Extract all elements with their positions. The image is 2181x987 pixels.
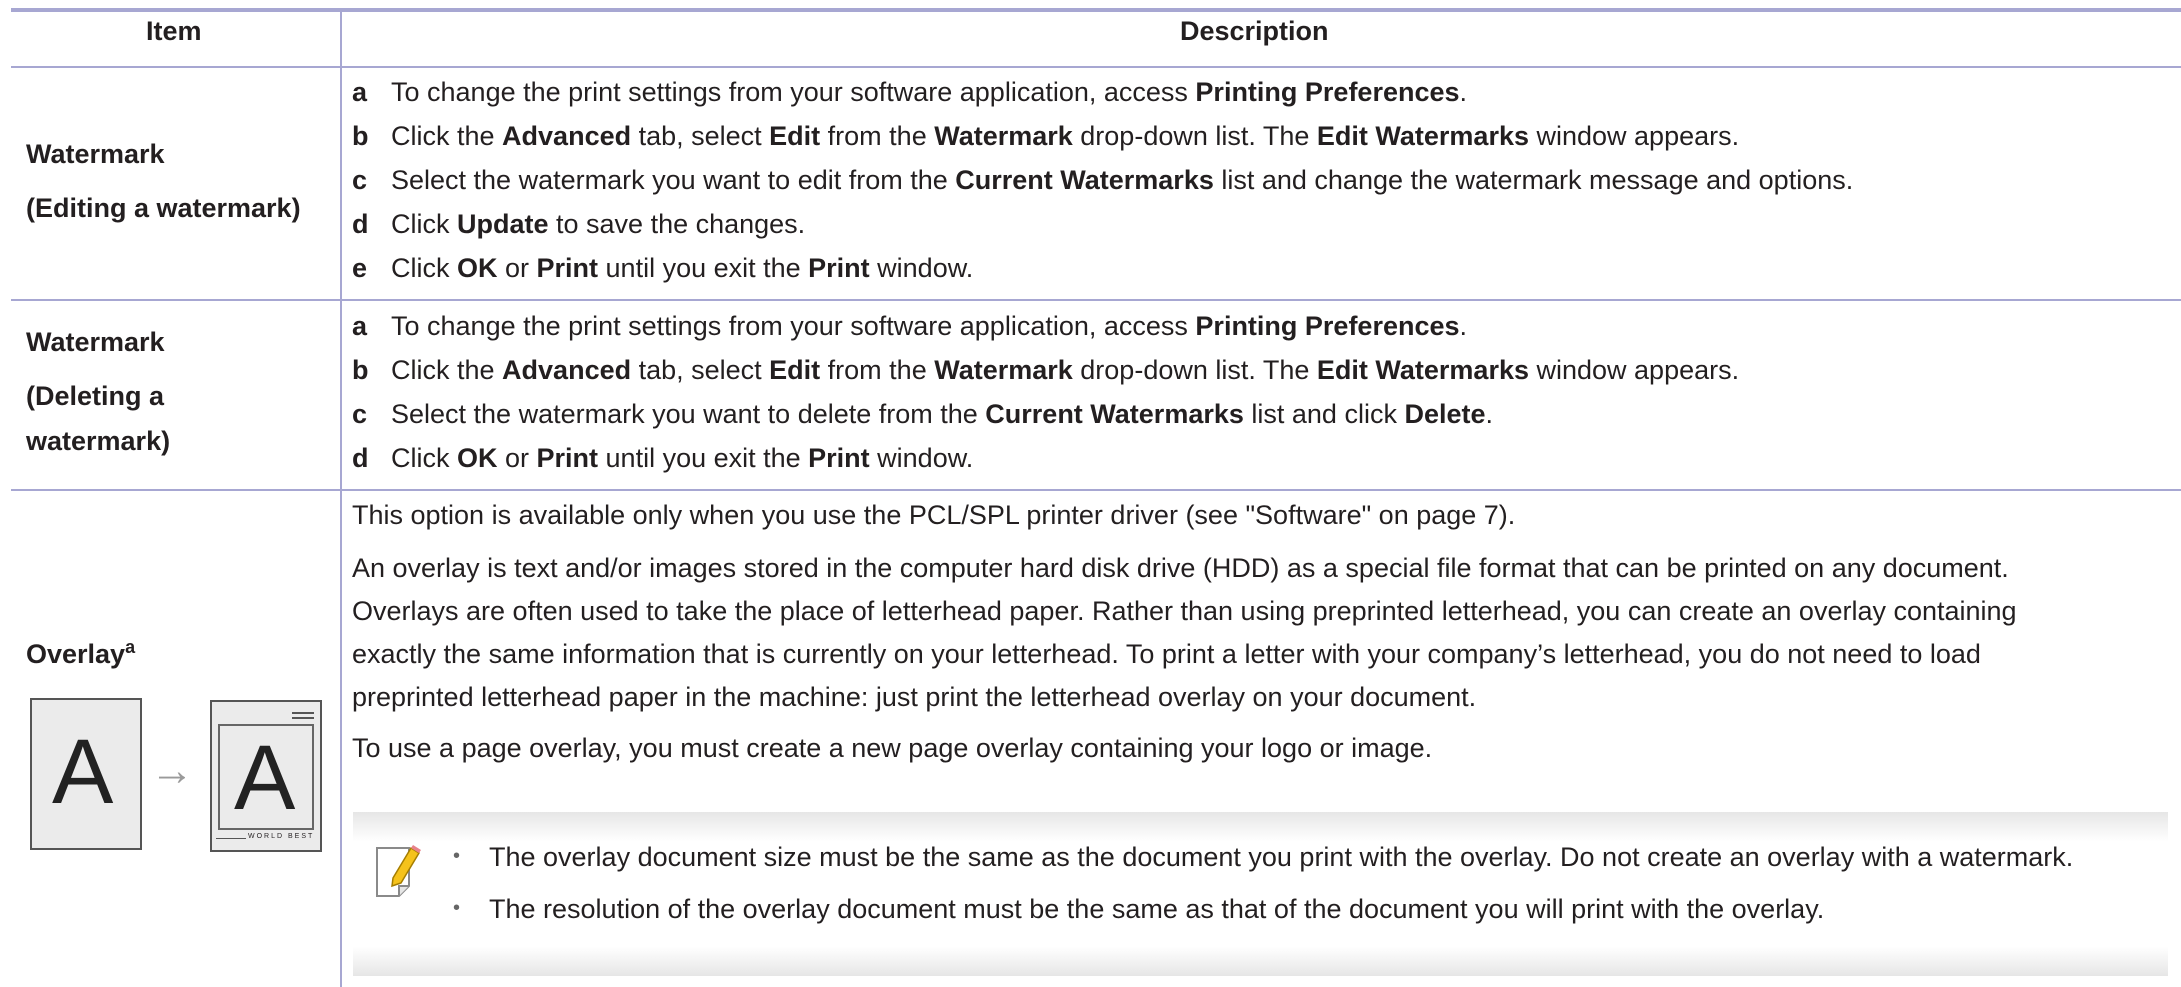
- header-item: Item: [146, 16, 202, 46]
- row3-item-title: Overlaya: [26, 637, 136, 669]
- letterhead-line: [292, 717, 314, 719]
- row2-item-subtitle-2: watermark): [26, 426, 171, 456]
- note-item-2: The resolution of the overlay document m…: [489, 894, 1825, 924]
- row1-step-d: d Click Update to save the changes.: [352, 209, 806, 239]
- row1-step-c: c Select the watermark you want to edit f…: [352, 165, 1854, 195]
- note-item-1: The overlay document size must be the sa…: [489, 842, 2074, 872]
- row1-step-e: e Click OK or Print until you exit the Pr…: [352, 253, 974, 283]
- overlay-para-line-4: preprinted letterhead paper in the machi…: [352, 682, 1477, 712]
- footnote-marker: a: [125, 637, 136, 657]
- overlay-frame: A: [218, 724, 314, 830]
- overlay-usage: To use a page overlay, you must create a…: [352, 733, 1433, 763]
- note-pencil-icon: [376, 845, 421, 897]
- row1-item-title: Watermark: [26, 139, 165, 169]
- row2-step-b: b Click the Advanced tab, select Edit fro…: [352, 355, 1740, 385]
- overlay-intro: This option is available only when you u…: [352, 500, 1516, 530]
- row1-step-a: a To change the print settings from your …: [352, 77, 1468, 107]
- note-bullet: •: [453, 897, 461, 919]
- arrow-right-icon: →: [150, 746, 194, 795]
- row2-step-a: a To change the print settings from your …: [352, 311, 1468, 341]
- overlay-para-line-1: An overlay is text and/or images stored …: [352, 553, 2009, 583]
- row-rule-2: [11, 489, 2181, 491]
- header-rule: [11, 66, 2181, 68]
- overlay-para-line-3: exactly the same information that is cur…: [352, 639, 1981, 669]
- overlay-page-illustration: A WORLD BEST: [210, 700, 322, 852]
- letter-a-glyph: A: [52, 721, 114, 823]
- overlay-para-line-2: Overlays are often used to take the plac…: [352, 596, 2017, 626]
- header-description: Description: [1180, 16, 1329, 46]
- row2-step-d: d Click OK or Print until you exit the Pr…: [352, 443, 974, 473]
- footer-text: WORLD BEST: [246, 833, 317, 840]
- note-bullet: •: [453, 845, 461, 867]
- original-page-illustration: A: [30, 698, 142, 850]
- row1-item-subtitle: (Editing a watermark): [26, 193, 301, 223]
- table-top-rule: [11, 8, 2181, 12]
- letterhead-line: [292, 712, 314, 714]
- row-rule-1: [11, 299, 2181, 301]
- row2-step-c: c Select the watermark you want to delete…: [352, 399, 1494, 429]
- letter-a-glyph: A: [234, 727, 296, 829]
- row1-step-b: b Click the Advanced tab, select Edit fro…: [352, 121, 1740, 151]
- column-divider: [340, 12, 342, 987]
- row2-item-title: Watermark: [26, 327, 165, 357]
